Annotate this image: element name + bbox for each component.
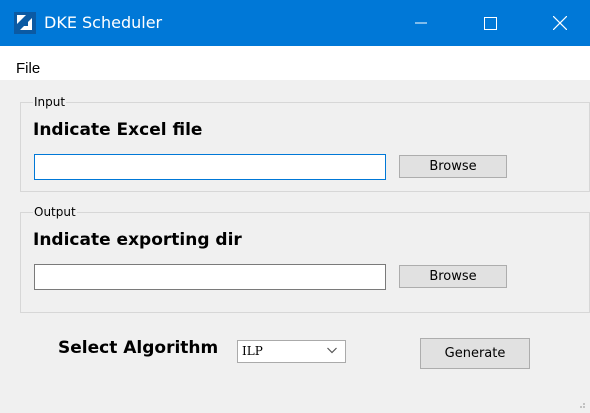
menu-bar: File: [0, 46, 590, 80]
select-algorithm-label: Select Algorithm: [58, 338, 219, 358]
chevron-down-icon: [327, 347, 337, 354]
title-bar[interactable]: DKE Scheduler: [0, 0, 590, 46]
maximize-button[interactable]: [467, 0, 513, 46]
input-browse-button[interactable]: Browse: [399, 155, 507, 178]
output-group-legend: Output: [33, 205, 77, 219]
resize-grip-icon[interactable]: [578, 401, 586, 409]
input-heading: Indicate Excel file: [33, 120, 203, 140]
close-button[interactable]: [537, 0, 583, 46]
app-logo-icon: [14, 12, 36, 34]
input-group: Input Indicate Excel file Browse: [20, 95, 590, 192]
app-window: DKE Scheduler File Input Indicate Excel …: [0, 0, 590, 413]
input-group-legend: Input: [33, 95, 67, 109]
export-dir-input[interactable]: [34, 264, 386, 290]
output-heading: Indicate exporting dir: [33, 230, 242, 250]
minimize-icon: [415, 22, 427, 24]
maximize-icon: [483, 16, 497, 30]
output-group: Output Indicate exporting dir Browse: [20, 205, 590, 313]
algorithm-select-value: ILP: [242, 344, 263, 358]
algorithm-select[interactable]: ILP: [237, 340, 346, 363]
window-title: DKE Scheduler: [44, 13, 163, 32]
menu-file[interactable]: File: [16, 60, 40, 77]
output-browse-button[interactable]: Browse: [399, 265, 507, 288]
generate-button[interactable]: Generate: [420, 338, 530, 369]
minimize-button[interactable]: [398, 0, 444, 46]
close-icon: [553, 16, 567, 30]
excel-file-input[interactable]: [34, 154, 386, 180]
